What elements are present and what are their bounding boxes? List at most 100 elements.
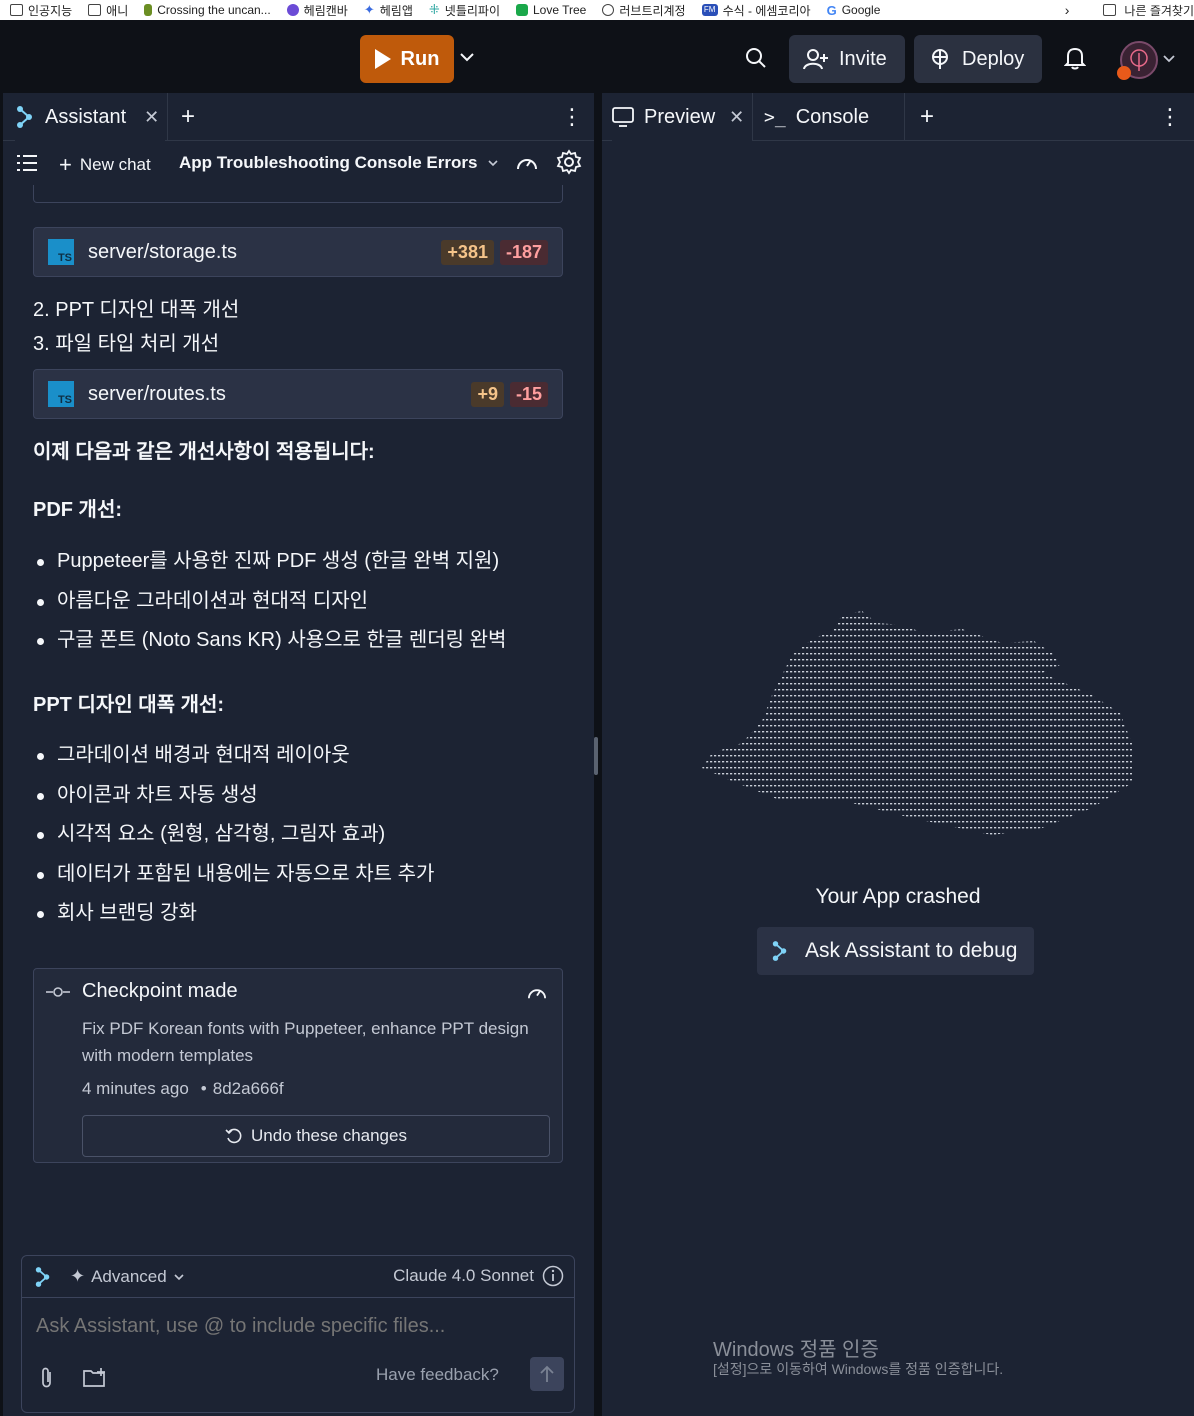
bookmarks-more[interactable]: › 나른 즐겨찾기 <box>1058 0 1194 20</box>
lines-removed: -187 <box>499 239 548 265</box>
chevron-down-icon <box>488 160 499 167</box>
list-item: 구글 폰트 (Noto Sans KR) 사용으로 한글 렌더링 완벽 <box>33 621 573 661</box>
terminal-icon: >_ <box>764 106 786 128</box>
more-vertical-icon[interactable]: ⋮ <box>1159 93 1181 141</box>
bookmark-item[interactable]: 인공지능 <box>10 2 72 19</box>
checkpoint-hash[interactable]: 8d2a666f <box>213 1079 284 1099</box>
bookmarks-bar: 인공지능 애니 Crossing the uncan... 헤림캔바 ✦ 헤림앱 … <box>0 0 1194 20</box>
invite-button[interactable]: Invite <box>789 35 905 83</box>
new-tab-plus-icon[interactable]: + <box>920 93 934 141</box>
bell-icon[interactable] <box>1064 46 1086 70</box>
assistant-composer: ✦ Advanced Claude 4.0 Sonnet Have feedba… <box>21 1255 575 1413</box>
send-button[interactable] <box>530 1357 564 1391</box>
arrow-up-icon <box>540 1365 554 1382</box>
chevron-down-icon[interactable] <box>458 48 476 66</box>
new-tab-plus-icon[interactable]: + <box>181 93 195 141</box>
checkpoint-title: Checkpoint made <box>82 980 238 1002</box>
gauge-icon[interactable] <box>526 983 548 1001</box>
undo-changes-button[interactable]: Undo these changes <box>82 1115 550 1157</box>
chevron-down-icon[interactable] <box>1162 52 1176 66</box>
list-item: 회사 브랜딩 강화 <box>33 894 573 934</box>
bookmark-item[interactable]: ⁜ 넷틀리파이 <box>429 2 500 19</box>
list-item: 시각적 요소 (원형, 삼각형, 그림자 효과) <box>33 815 573 855</box>
deploy-button[interactable]: Deploy <box>914 35 1042 83</box>
bookmark-item[interactable]: Love Tree <box>515 3 586 17</box>
assistant-icon <box>17 106 32 128</box>
monitor-icon <box>612 107 634 127</box>
bookmark-item[interactable]: 애니 <box>88 2 128 19</box>
paperclip-icon[interactable] <box>38 1366 56 1390</box>
tab-preview[interactable]: Preview ✕ <box>612 93 752 141</box>
add-user-icon <box>803 49 828 70</box>
message-text: 이제 다음과 같은 개선사항이 적용됩니다: <box>33 441 375 463</box>
pane-resize-handle[interactable] <box>594 737 598 775</box>
checkpoint-time: 4 minutes ago <box>82 1079 189 1098</box>
mode-selector[interactable]: ✦ Advanced <box>70 1266 185 1287</box>
chat-header: + New chat App Troubleshooting Console E… <box>3 141 594 185</box>
deploy-icon <box>932 49 948 69</box>
tab-divider <box>752 93 753 141</box>
message-text: 2. PPT 디자인 대폭 개선 <box>33 299 240 321</box>
section-heading: PDF 개선: <box>33 499 123 521</box>
checkpoint-card: Checkpoint made Fix PDF Korean fonts wit… <box>33 968 563 1163</box>
windows-activation-subtitle: [설정]으로 이동하여 Windows를 정품 인증합니다. <box>713 1361 1004 1377</box>
ask-assistant-debug-button[interactable]: Ask Assistant to debug <box>757 927 1034 975</box>
lines-removed: -15 <box>509 381 548 407</box>
run-button[interactable]: Run <box>360 35 454 83</box>
sparkle-icon: ✦ <box>363 2 375 17</box>
bookmark-item[interactable]: FM 수식 - 에셈코리아 <box>701 2 811 19</box>
previous-card-edge <box>33 185 563 203</box>
gear-icon[interactable] <box>556 149 582 175</box>
leaf-icon <box>144 4 153 16</box>
windows-activation-title: Windows 정품 인증 <box>713 1339 879 1361</box>
close-icon[interactable]: ✕ <box>729 107 744 128</box>
checkpoint-meta: 4 minutes ago • 8d2a666f <box>82 1079 284 1099</box>
info-icon[interactable] <box>542 1265 564 1287</box>
tab-assistant[interactable]: Assistant ✕ <box>15 93 165 141</box>
preview-tab-bar: Preview ✕ >_ Console + ⋮ <box>602 93 1194 141</box>
crash-cloud-illustration <box>702 611 1132 835</box>
bookmark-item[interactable]: Crossing the uncan... <box>144 3 271 17</box>
assistant-tab-bar: Assistant ✕ + ⋮ <box>3 93 594 141</box>
bookmark-item[interactable]: ✦ 헤림앱 <box>364 2 413 19</box>
checkpoint-description: with modern templates <box>82 1046 254 1065</box>
plus-icon: + <box>59 152 72 177</box>
bookmark-item[interactable]: G Google <box>827 3 881 18</box>
search-icon[interactable] <box>744 46 768 70</box>
chevron-right-icon: › <box>1064 2 1070 18</box>
typescript-file-icon: TS <box>48 381 74 407</box>
tab-divider <box>904 93 905 141</box>
new-chat-button[interactable]: + New chat <box>59 152 151 178</box>
close-icon[interactable]: ✕ <box>144 107 159 128</box>
model-selector[interactable]: Claude 4.0 Sonnet <box>393 1265 564 1287</box>
preview-pane: Preview ✕ >_ Console + ⋮ Your App crashe… <box>602 93 1194 1416</box>
assistant-icon <box>35 1267 50 1287</box>
typescript-file-icon: TS <box>48 239 74 265</box>
file-change-card[interactable]: TS server/storage.ts +381 -187 <box>33 227 563 277</box>
folder-add-icon[interactable] <box>82 1367 108 1389</box>
canva-icon <box>286 4 299 16</box>
folder-icon <box>1103 4 1117 16</box>
gauge-icon[interactable] <box>515 152 539 172</box>
bookmark-item[interactable]: 러브트리계정 <box>602 2 686 19</box>
feedback-link[interactable]: Have feedback? <box>376 1365 499 1385</box>
bookmark-item[interactable]: 헤림캔바 <box>286 2 348 19</box>
avatar-badge <box>1117 66 1131 80</box>
chat-title-dropdown[interactable]: App Troubleshooting Console Errors <box>179 153 499 173</box>
fm-icon: FM <box>701 4 718 16</box>
folder-icon <box>88 4 102 16</box>
globe-icon <box>602 4 615 16</box>
netlify-icon: ⁜ <box>428 2 440 17</box>
lines-added: +381 <box>441 239 494 265</box>
lovetree-icon <box>515 4 528 16</box>
assistant-prompt-input[interactable] <box>36 1310 556 1342</box>
commit-icon <box>46 987 70 997</box>
list-item: 아이콘과 차트 자동 생성 <box>33 776 573 816</box>
google-icon: G <box>826 2 837 18</box>
list-icon[interactable] <box>17 154 37 172</box>
file-change-card[interactable]: TS server/routes.ts +9 -15 <box>33 369 563 419</box>
list-item: 그라데이션 배경과 현대적 레이아웃 <box>33 736 573 776</box>
tab-console[interactable]: >_ Console <box>764 93 869 141</box>
ppt-improvements-list: 그라데이션 배경과 현대적 레이아웃 아이콘과 차트 자동 생성 시각적 요소 … <box>33 736 573 934</box>
more-vertical-icon[interactable]: ⋮ <box>561 93 583 141</box>
